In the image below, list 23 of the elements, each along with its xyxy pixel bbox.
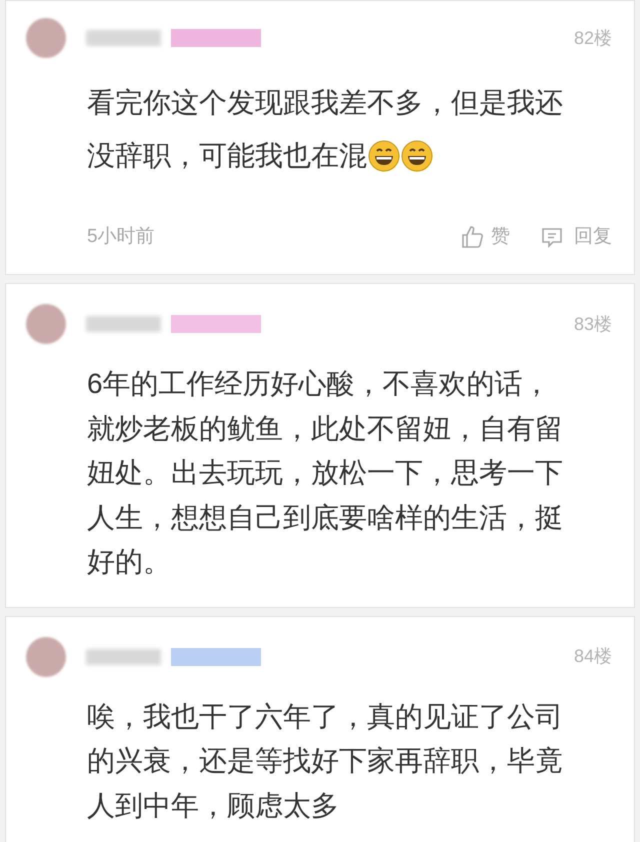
- avatar[interactable]: [26, 18, 66, 58]
- comment-text-line: 没辞职，可能我也在混: [87, 138, 367, 172]
- avatar[interactable]: [26, 304, 66, 344]
- comment-text-line: 人到中年，顾虑太多: [87, 788, 339, 823]
- thumbs-up-icon: [461, 225, 485, 249]
- floor-number: 82楼: [574, 26, 612, 50]
- reply-button[interactable]: 回复: [540, 222, 612, 252]
- comment-text-line: 的兴衰，还是等找好下家再辞职，毕竟: [87, 744, 563, 778]
- comment-text-line: 6年的工作经历好心酸，不喜欢的话，: [87, 367, 551, 402]
- comment-text-line: 好的。: [87, 545, 171, 580]
- comment-text-line: 人生，想想自己到底要啥样的生活，挺: [87, 500, 563, 535]
- floor-number: 84楼: [574, 645, 612, 668]
- comment-text-line: 看完你这个发现跟我差不多，但是我还: [87, 86, 563, 120]
- grinning-emoji-icon: [401, 140, 433, 172]
- timestamp: 5小时前: [87, 224, 155, 249]
- comment-icon: [540, 225, 564, 249]
- comment-text-line: 妞处。出去玩玩，放松一下，思考一下: [87, 456, 563, 490]
- grinning-emoji-icon: [368, 140, 400, 172]
- comment-text-line: 唉，我也干了六年了，真的见证了公司: [87, 700, 563, 734]
- comment-text-line: 就炒老板的鱿鱼，此处不留妞，自有留: [87, 412, 563, 446]
- like-button[interactable]: 赞: [461, 222, 510, 252]
- floor-number: 83楼: [574, 312, 612, 336]
- avatar[interactable]: [26, 636, 66, 676]
